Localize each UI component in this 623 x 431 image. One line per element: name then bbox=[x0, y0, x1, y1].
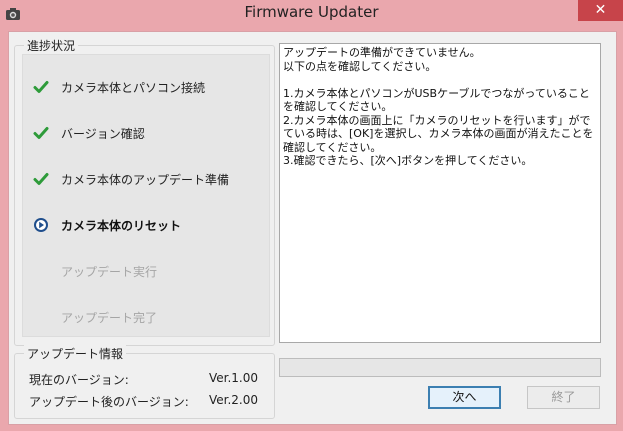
progress-steps-panel: カメラ本体とパソコン接続 バージョン確認 カメラ本体のアップデート準備 カメラ本… bbox=[22, 54, 270, 337]
exit-button[interactable]: 終了 bbox=[527, 386, 600, 409]
step-label: アップデート実行 bbox=[61, 265, 158, 279]
update-progress-bar bbox=[279, 358, 601, 377]
progress-group: 進捗状況 カメラ本体とパソコン接続 バージョン確認 カメラ本体のアップデート準備… bbox=[14, 37, 275, 346]
check-icon bbox=[33, 171, 49, 187]
step-label: カメラ本体とパソコン接続 bbox=[61, 81, 206, 95]
current-version-value: Ver.1.00 bbox=[208, 371, 258, 385]
message-textbox[interactable]: アップデートの準備ができていません。 以下の点を確認してください。 1.カメラ本… bbox=[279, 43, 601, 343]
step-label: カメラ本体のアップデート準備 bbox=[61, 173, 230, 187]
title-bar[interactable]: Firmware Updater ✕ bbox=[0, 0, 623, 32]
update-info-group: アップデート情報 現在のバージョン: Ver.1.00 アップデート後のバージョ… bbox=[14, 345, 275, 419]
progress-group-label: 進捗状況 bbox=[24, 37, 79, 54]
check-icon bbox=[33, 125, 49, 141]
close-button[interactable]: ✕ bbox=[578, 0, 623, 21]
window-title: Firmware Updater bbox=[244, 3, 379, 21]
step-label: バージョン確認 bbox=[61, 127, 145, 141]
current-version-label: 現在のバージョン: bbox=[29, 373, 129, 387]
step-label: アップデート完了 bbox=[61, 311, 158, 325]
check-icon bbox=[33, 79, 49, 95]
new-version-label: アップデート後のバージョン: bbox=[29, 395, 189, 409]
window-client-area: 進捗状況 カメラ本体とパソコン接続 バージョン確認 カメラ本体のアップデート準備… bbox=[8, 31, 617, 425]
close-icon: ✕ bbox=[594, 2, 607, 18]
play-circle-icon bbox=[33, 217, 49, 233]
new-version-value: Ver.2.00 bbox=[208, 393, 258, 407]
update-info-label: アップデート情報 bbox=[24, 345, 127, 362]
step-label: カメラ本体のリセット bbox=[61, 219, 182, 233]
next-button[interactable]: 次へ bbox=[428, 386, 501, 409]
app-window: Firmware Updater ✕ 進捗状況 カメラ本体とパソコン接続 バージ… bbox=[0, 0, 623, 431]
